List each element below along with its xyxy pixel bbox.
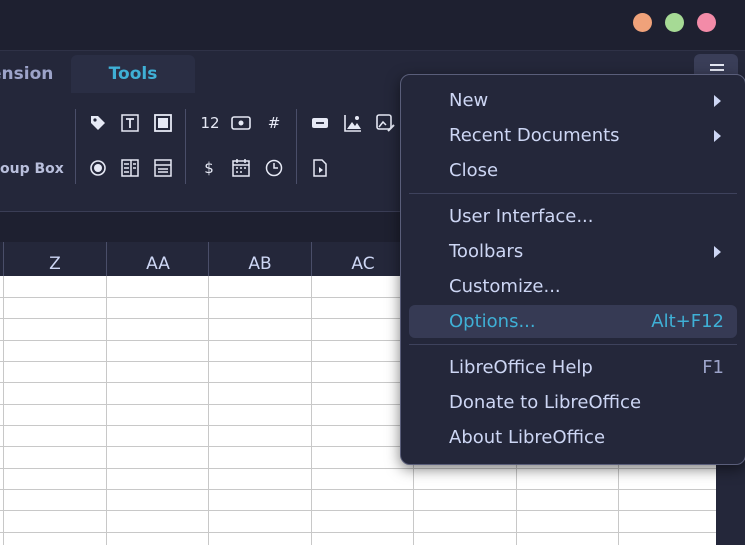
- menu-separator: [409, 344, 737, 345]
- menu-item-libreoffice-help[interactable]: LibreOffice Help F1: [409, 351, 737, 384]
- menu-item-recent-documents[interactable]: Recent Documents: [409, 119, 737, 152]
- main-menu: New Recent Documents Close User Interfac…: [400, 74, 745, 465]
- pattern-field-icon[interactable]: #: [263, 112, 285, 134]
- numeric-field-icon[interactable]: 12: [198, 112, 222, 134]
- maximize-button[interactable]: [665, 13, 684, 32]
- menu-item-toolbars[interactable]: Toolbars: [409, 235, 737, 268]
- menu-item-options[interactable]: Options... Alt+F12: [409, 305, 737, 338]
- toolbar-separator: [75, 109, 76, 184]
- minimize-button[interactable]: [633, 13, 652, 32]
- menu-item-label: Customize...: [449, 276, 561, 297]
- menu-item-label: About LibreOffice: [449, 427, 606, 448]
- menu-item-label: Recent Documents: [449, 125, 620, 146]
- list-box-icon[interactable]: [119, 157, 141, 179]
- tab-extension[interactable]: ension: [0, 55, 60, 93]
- combo-box-icon[interactable]: [152, 157, 174, 179]
- menu-item-label: Toolbars: [449, 241, 524, 262]
- column-header-ab[interactable]: AB: [208, 242, 311, 276]
- hamburger-icon: [710, 64, 724, 66]
- menu-item-label: New: [449, 90, 489, 111]
- submenu-arrow-icon: [714, 246, 721, 258]
- menu-item-close[interactable]: Close: [409, 154, 737, 187]
- toolbar-separator: [185, 109, 186, 184]
- menu-item-user-interface[interactable]: User Interface...: [409, 200, 737, 233]
- menu-item-shortcut: Alt+F12: [651, 311, 724, 332]
- file-selection-icon[interactable]: [309, 157, 331, 179]
- text-box-icon[interactable]: [119, 112, 141, 134]
- date-field-icon[interactable]: [230, 157, 252, 179]
- currency-field-icon[interactable]: $: [198, 157, 220, 179]
- tab-tools[interactable]: Tools: [71, 55, 195, 93]
- column-header-z[interactable]: Z: [3, 242, 106, 276]
- menu-item-label: Close: [449, 160, 499, 181]
- title-bar: [0, 0, 745, 50]
- image-control-icon[interactable]: [342, 112, 364, 134]
- toolbar-separator: [296, 109, 297, 184]
- image-button-icon[interactable]: [230, 112, 252, 134]
- image-edit-icon[interactable]: [374, 112, 396, 134]
- menu-item-new[interactable]: New: [409, 84, 737, 117]
- menu-item-label: Options...: [449, 311, 536, 332]
- menu-item-shortcut: F1: [702, 357, 724, 378]
- time-field-icon[interactable]: [263, 157, 285, 179]
- menu-item-label: LibreOffice Help: [449, 357, 593, 378]
- menu-item-label: User Interface...: [449, 206, 594, 227]
- column-header-ac[interactable]: AC: [311, 242, 414, 276]
- radio-button-icon[interactable]: [87, 157, 109, 179]
- close-window-button[interactable]: [697, 13, 716, 32]
- submenu-arrow-icon: [714, 95, 721, 107]
- tag-icon[interactable]: [87, 112, 109, 134]
- group-box-button[interactable]: oup Box: [0, 161, 64, 177]
- push-button-icon[interactable]: [309, 112, 331, 134]
- menu-item-customize[interactable]: Customize...: [409, 270, 737, 303]
- frame-icon[interactable]: [152, 112, 174, 134]
- menu-separator: [409, 193, 737, 194]
- column-header-aa[interactable]: AA: [106, 242, 209, 276]
- menu-item-about[interactable]: About LibreOffice: [409, 421, 737, 454]
- submenu-arrow-icon: [714, 130, 721, 142]
- menu-item-donate[interactable]: Donate to LibreOffice: [409, 386, 737, 419]
- menu-item-label: Donate to LibreOffice: [449, 392, 642, 413]
